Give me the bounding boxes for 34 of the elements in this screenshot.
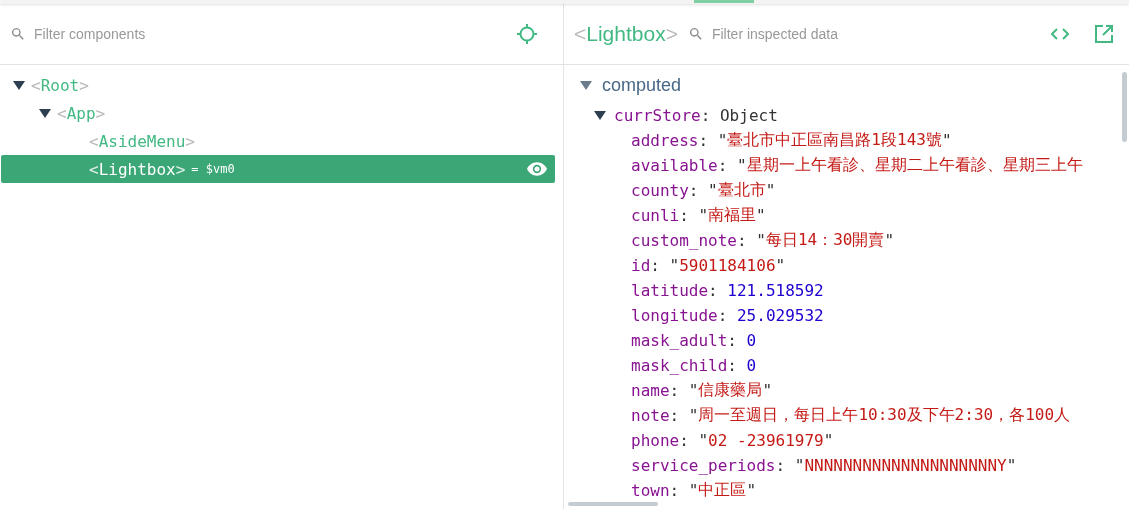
data-field-row-text: id: "5901184106" — [630, 255, 787, 277]
data-field-row-text: address: "臺北市中正區南昌路1段143號" — [630, 129, 953, 152]
data-field-row-text: custom_note: "每日14：30開賣" — [630, 229, 896, 252]
code-icon[interactable] — [1051, 28, 1069, 40]
data-field-row-text: mask_adult: 0 — [630, 330, 758, 352]
data-field-row-text: county: "臺北市" — [630, 179, 777, 202]
data-field-row-text: mask_child: 0 — [630, 355, 758, 377]
inspector-title: <Lightbox> — [574, 22, 678, 46]
component-tree-item[interactable]: <AsideMenu> — [1, 127, 555, 155]
horizontal-scrollbar[interactable] — [568, 502, 658, 506]
open-in-new-icon[interactable] — [1095, 25, 1113, 43]
data-field-row-text: available: "星期一上午看診、星期二上午看診、星期三上午 — [630, 154, 1084, 177]
data-field-row-text: longitude: 25.029532 — [630, 305, 825, 327]
search-icon — [10, 26, 26, 42]
filter-components-field[interactable]: Filter components — [34, 26, 507, 42]
data-field-row-text: town: "中正區" — [630, 479, 758, 502]
data-field-row-text: service_periods: "NNNNNNNNNNNNNNNNNNNNY" — [630, 455, 1018, 477]
search-icon — [687, 26, 704, 42]
computed-section-header[interactable]: computed — [578, 73, 1129, 97]
vertical-scrollbar[interactable] — [1122, 72, 1127, 142]
filter-data-field[interactable]: Filter inspected data — [711, 26, 1041, 42]
data-field-row-text: name: "信康藥局" — [630, 379, 774, 402]
expand-arrow-icon[interactable] — [39, 108, 51, 118]
data-field-row-text: note: "周一至週日，每日上午10:30及下午2:30，各100人 — [630, 404, 1072, 427]
object-row[interactable]: currStore: Object — [578, 103, 1129, 128]
component-tree-item[interactable]: <Lightbox> = $vm0 — [1, 155, 555, 183]
data-field-row-text: cunli: "南福里" — [630, 204, 767, 227]
eye-icon[interactable] — [527, 162, 547, 176]
component-tree-item[interactable]: <Root> — [1, 71, 555, 99]
data-field-row-text: phone: "02 -23961979" — [630, 430, 835, 452]
component-tree-item[interactable]: <App> — [1, 99, 555, 127]
expand-arrow-icon[interactable] — [13, 80, 25, 90]
data-field-row-text: latitude: 121.518592 — [630, 280, 825, 302]
crosshair-icon[interactable] — [517, 24, 537, 44]
